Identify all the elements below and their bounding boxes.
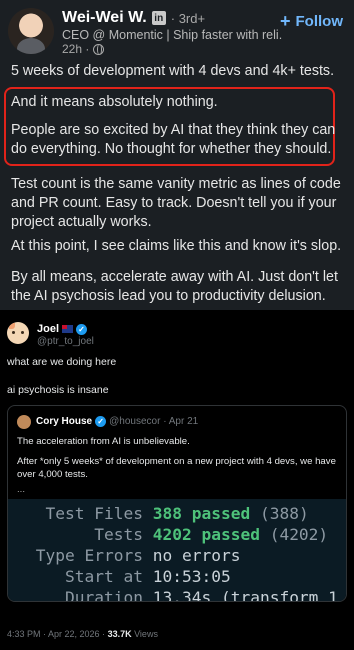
verified-icon: ✓: [76, 323, 88, 335]
quoted-name-row: Cory House ✓ @housecor · Apr 21: [36, 416, 198, 427]
tweet-avatar[interactable]: [7, 322, 29, 344]
terminal-value: (388): [250, 504, 309, 523]
quoted-author-name: Cory House: [36, 416, 93, 427]
tweet-views-count: 33.7K: [107, 629, 132, 639]
post-meta: 22h ·: [62, 42, 105, 56]
post-paragraph: People are so excited by AI that they th…: [11, 122, 336, 157]
post-time: 22h ·: [62, 42, 90, 56]
terminal-row: Start at 10:53:05: [8, 566, 346, 587]
tweet-timestamp[interactable]: 4:33 PM · Apr 22, 2026 ·: [7, 629, 108, 639]
post-paragraph: Test count is the same vanity metric as …: [11, 176, 341, 230]
verified-icon: ✓: [95, 416, 107, 427]
australia-flag-icon: [62, 325, 74, 333]
quoted-author-handle: @housecor · Apr 21: [109, 416, 199, 427]
globe-icon: [93, 43, 105, 55]
terminal-value-strong: 4202 passed: [152, 525, 260, 544]
post-paragraph: 5 weeks of development with 4 devs and 4…: [11, 63, 335, 79]
post-paragraph: By all means, accelerate away with AI. J…: [11, 269, 338, 304]
tweet-footer: 4:33 PM · Apr 22, 2026 · 33.7K Views: [7, 629, 158, 639]
quoted-text: After *only 5 weeks* of development on a…: [17, 456, 336, 480]
tweet-line: what are we doing here: [7, 356, 117, 368]
terminal-label: Test Files: [45, 504, 143, 523]
linkedin-premium-icon: in: [151, 11, 166, 25]
terminal-label: Tests: [94, 525, 143, 544]
post-paragraph: And it means absolutely nothing.: [11, 94, 218, 110]
quoted-text: The acceleration from AI is unbelievable…: [17, 436, 190, 447]
terminal-value: 13.34s (transform 1: [152, 588, 338, 602]
tweet-author-handle[interactable]: @ptr_to_joel: [37, 336, 94, 347]
quoted-ellipsis: ...: [17, 484, 25, 495]
terminal-label: Start at: [65, 567, 143, 586]
post-paragraph: At this point, I see claims like this an…: [11, 238, 342, 254]
quoted-avatar: [17, 415, 31, 429]
embedded-tweet: Joel ✓ @ptr_to_joel what are we doing he…: [0, 310, 354, 650]
linkedin-post: Wei-Wei W. in · 3rd+ + Follow CEO @ Mome…: [0, 0, 354, 310]
terminal-row: Test Files 388 passed (388): [8, 503, 346, 524]
follow-label: Follow: [295, 12, 344, 30]
terminal-value: (4202): [259, 525, 329, 544]
terminal-label: Duration: [65, 588, 143, 602]
author-headline: CEO @ Momentic | Ship faster with reli..…: [62, 28, 282, 42]
terminal-value: no errors: [152, 546, 241, 565]
terminal-screenshot: Test Files 388 passed (388) Tests 4202 p…: [8, 499, 346, 602]
connection-degree: · 3rd+: [170, 10, 206, 26]
quoted-tweet[interactable]: Cory House ✓ @housecor · Apr 21 The acce…: [7, 405, 347, 602]
follow-button[interactable]: + Follow: [280, 12, 343, 30]
tweet-views-label: Views: [131, 629, 158, 639]
author-avatar[interactable]: [8, 8, 54, 54]
tweet-author-name[interactable]: Joel: [37, 323, 59, 335]
terminal-value: 10:53:05: [152, 567, 231, 586]
terminal-value-strong: 388 passed: [152, 504, 251, 523]
author-name[interactable]: Wei-Wei W.: [62, 9, 147, 27]
terminal-label: Type Errors: [35, 546, 143, 565]
tweet-name-row: Joel ✓: [37, 323, 88, 335]
terminal-row: Duration 13.34s (transform 1: [8, 587, 346, 602]
tweet-line: ai psychosis is insane: [7, 384, 109, 396]
terminal-row: Tests 4202 passed (4202): [8, 524, 346, 545]
terminal-row: Type Errors no errors: [8, 545, 346, 566]
author-name-row: Wei-Wei W. in · 3rd+: [62, 9, 205, 27]
